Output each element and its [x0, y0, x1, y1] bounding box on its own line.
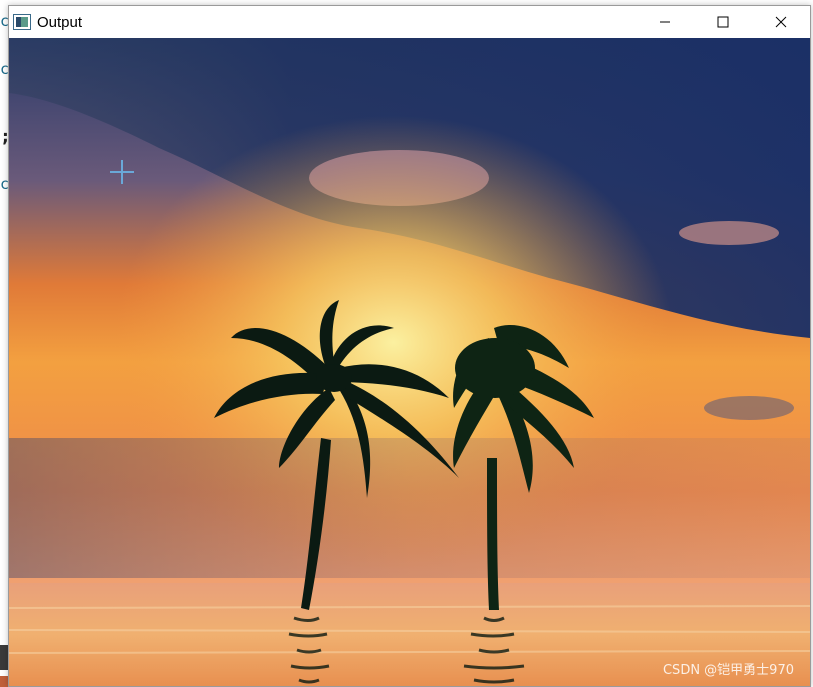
- output-window[interactable]: Output CSDN @铠甲勇士970: [8, 5, 811, 687]
- maximize-button[interactable]: [694, 6, 752, 38]
- maximize-icon: [717, 16, 729, 28]
- minimize-icon: [660, 21, 670, 23]
- sunset-palm-image: [9, 38, 810, 686]
- window-title: Output: [37, 13, 83, 31]
- minimize-button[interactable]: [636, 6, 694, 38]
- close-button[interactable]: [752, 6, 810, 38]
- app-icon: [13, 14, 31, 30]
- title-bar[interactable]: Output: [9, 6, 810, 38]
- image-canvas[interactable]: CSDN @铠甲勇士970: [9, 38, 810, 686]
- watermark: CSDN @铠甲勇士970: [662, 663, 794, 678]
- close-icon: [775, 16, 787, 28]
